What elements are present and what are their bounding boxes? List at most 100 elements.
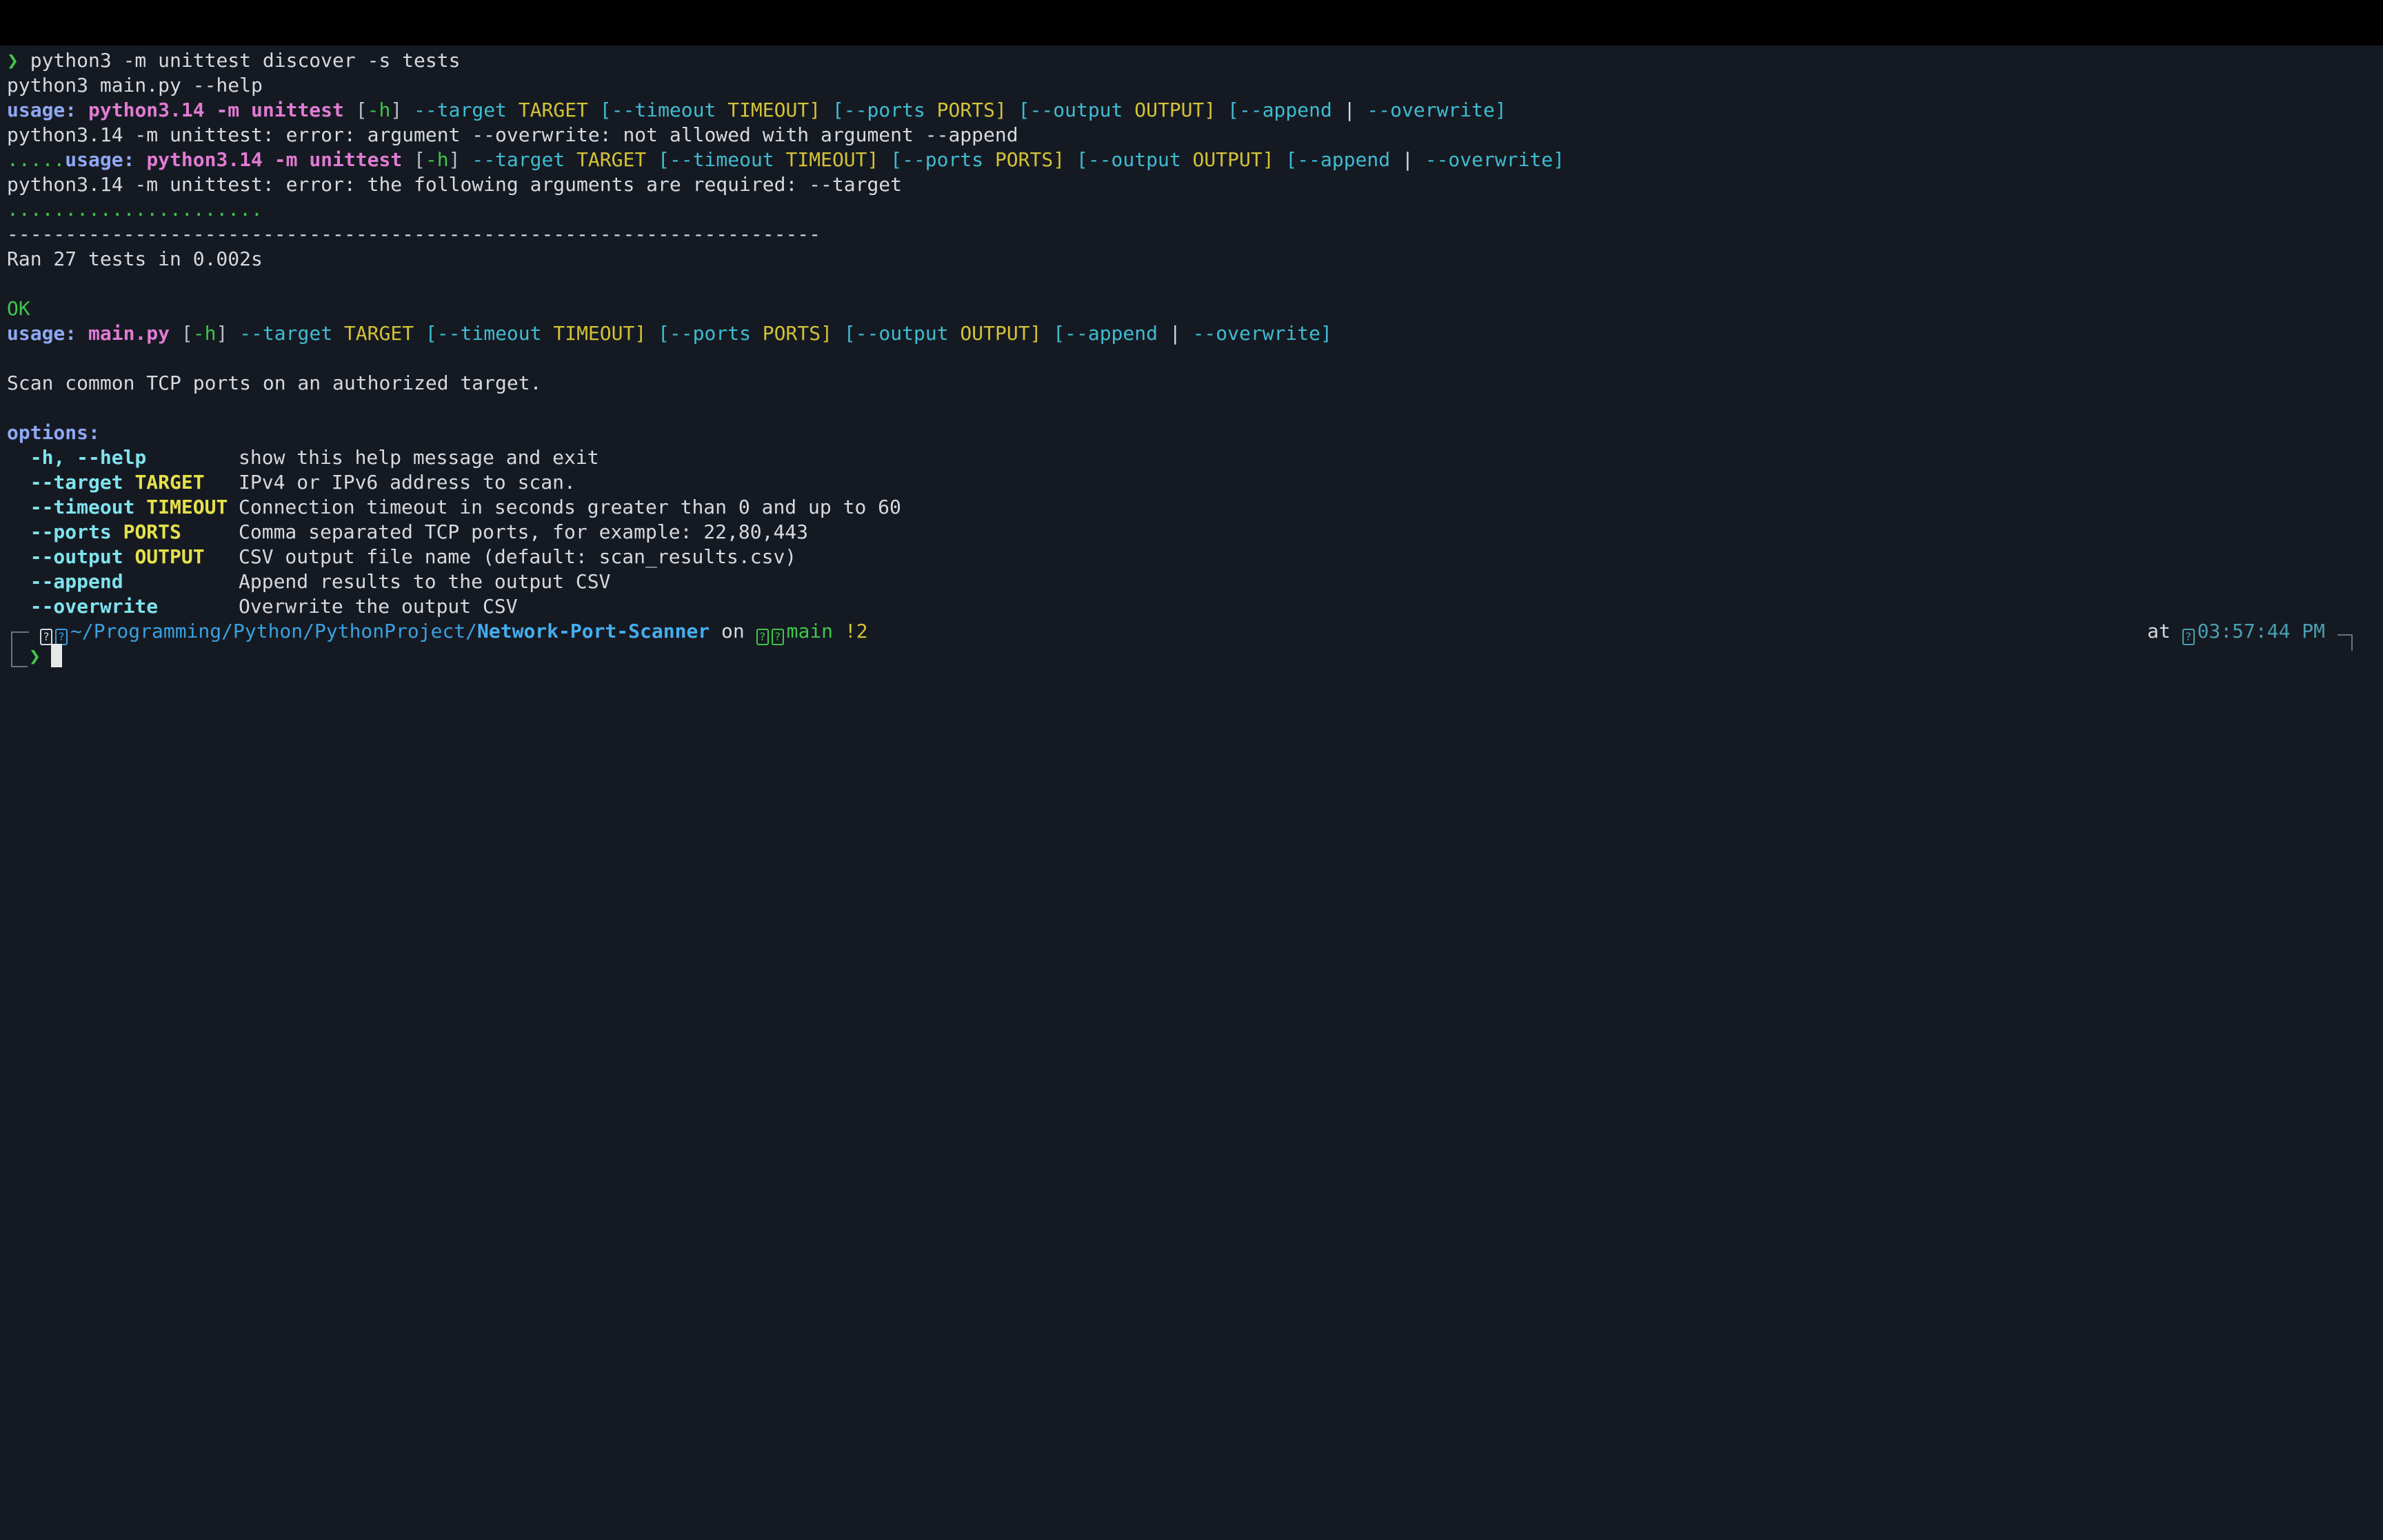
option-help-text: Overwrite the output CSV: [239, 595, 518, 618]
option-flag: --target: [30, 471, 123, 494]
option-row-help: -h, --help: [7, 445, 147, 470]
usage-line-unittest-2: .....usage: python3.14 -m unittest [-h] …: [7, 148, 1565, 171]
git-status: !2: [844, 620, 868, 642]
option-help-text: Append results to the output CSV: [239, 570, 611, 593]
option-flag: --output: [30, 545, 123, 568]
help-description: Scan common TCP ports on an authorized t…: [7, 372, 542, 394]
usage-line-unittest: usage: python3.14 -m unittest [-h] --tar…: [7, 99, 1507, 121]
opt-append: [--append: [1227, 99, 1332, 121]
option-help-text: CSV output file name (default: scan_resu…: [239, 545, 797, 568]
option-meta: OUTPUT: [134, 545, 205, 568]
git-icon: ?: [756, 629, 769, 645]
prompt-frame-left: [11, 631, 12, 667]
clock-icon: ?: [2182, 629, 2195, 645]
meta-ports: PORTS]: [936, 99, 1007, 121]
program-name: main.py: [88, 322, 170, 345]
opt-append: [--append: [1053, 322, 1158, 345]
shell-prompt: ?? ~/Programming/Python/PythonProject/Net…: [40, 619, 868, 645]
option-flag: -h, --help: [30, 446, 147, 469]
opt-target: --target: [472, 148, 565, 171]
opt-timeout: [--timeout: [658, 148, 774, 171]
opt-timeout: [--timeout: [599, 99, 716, 121]
text-cursor[interactable]: [51, 644, 62, 667]
prompt-frame-right: [2351, 634, 2353, 651]
meta-output: OUTPUT]: [960, 322, 1042, 345]
separator: ----------------------------------------…: [7, 223, 821, 245]
usage-label: usage:: [7, 322, 77, 345]
prompt-frame-bottom-left: [11, 666, 28, 667]
prompt-at: at: [2147, 620, 2171, 642]
opt-ports: [--ports: [658, 322, 751, 345]
prompt-on: on: [721, 620, 745, 642]
meta-ports: PORTS]: [994, 148, 1065, 171]
option-row-append: --append: [7, 569, 123, 594]
meta-timeout: TIMEOUT]: [727, 99, 821, 121]
option-help-text: IPv4 or IPv6 address to scan.: [239, 471, 576, 494]
opt-target: --target: [239, 322, 333, 345]
option-meta: TIMEOUT: [146, 496, 228, 518]
usage-label: usage:: [7, 99, 77, 121]
program-name: python3.14 -m unittest: [146, 148, 403, 171]
meta-target: TARGET: [576, 148, 647, 171]
meta-ports: PORTS]: [762, 322, 832, 345]
opt-output: [--output: [1076, 148, 1181, 171]
meta-target: TARGET: [518, 99, 588, 121]
window-titlebar: [0, 0, 2383, 45]
os-icon: ?: [40, 629, 52, 645]
prompt-frame-top-left: [11, 631, 29, 633]
option-row-overwrite: --overwrite: [7, 594, 158, 619]
opt-output: [--output: [1018, 99, 1123, 121]
option-meta: TARGET: [134, 471, 205, 494]
option-help-text: show this help message and exit: [239, 446, 599, 469]
ok-status: OK: [7, 297, 30, 320]
program-name: python3.14 -m unittest: [88, 99, 344, 121]
pipe: |: [1169, 322, 1181, 345]
test-dots-line: ......................: [7, 198, 263, 221]
command-line-unittest: ❯ python3 -m unittest discover -s tests: [7, 48, 460, 73]
option-flag: --timeout: [30, 496, 135, 518]
prompt-time: 03:57:44 PM: [2197, 620, 2326, 642]
opt-overwrite: --overwrite]: [1425, 148, 1565, 171]
opt-overwrite: --overwrite]: [1367, 99, 1507, 121]
opt-ports: [--ports: [832, 99, 925, 121]
prompt-frame-top-right: [2337, 634, 2353, 636]
option-flag: --append: [30, 570, 123, 593]
command-text: python3 -m unittest discover -s tests: [30, 49, 461, 72]
usage-label: usage:: [65, 148, 135, 171]
option-meta: PORTS: [123, 520, 181, 543]
meta-output: OUTPUT]: [1192, 148, 1274, 171]
option-help-text: Comma separated TCP ports, for example: …: [239, 520, 809, 543]
opt-output: [--output: [843, 322, 949, 345]
meta-output: OUTPUT]: [1134, 99, 1216, 121]
ran-summary: Ran 27 tests in 0.002s: [7, 247, 263, 270]
opt-ports: [--ports: [890, 148, 984, 171]
pipe: |: [1343, 99, 1356, 121]
options-header: options:: [7, 421, 100, 444]
option-row-output: --output OUTPUT: [7, 545, 205, 569]
prompt-dir: Network-Port-Scanner: [477, 620, 710, 642]
option-flag: --overwrite: [30, 595, 159, 618]
command-line-help: python3 main.py --help: [7, 74, 263, 97]
folder-icon: ?: [55, 629, 68, 645]
git-branch: main: [786, 620, 834, 642]
prompt-caret: ❯: [7, 49, 19, 72]
option-row-target: --target TARGET: [7, 470, 205, 495]
input-caret: ❯: [29, 645, 41, 667]
option-help-text: Connection timeout in seconds greater th…: [239, 496, 901, 518]
opt-overwrite: --overwrite]: [1192, 322, 1332, 345]
opt-timeout: [--timeout: [425, 322, 542, 345]
opt-target: --target: [414, 99, 507, 121]
branch-icon: ?: [771, 629, 784, 645]
meta-target: TARGET: [343, 322, 414, 345]
opt-append: [--append: [1285, 148, 1391, 171]
meta-timeout: TIMEOUT]: [785, 148, 879, 171]
error-line-mutually-exclusive: python3.14 -m unittest: error: argument …: [7, 123, 1018, 146]
meta-timeout: TIMEOUT]: [553, 322, 647, 345]
pipe: |: [1402, 148, 1414, 171]
test-dots: .....: [7, 148, 66, 171]
option-row-ports: --ports PORTS: [7, 520, 181, 545]
option-row-timeout: --timeout TIMEOUT: [7, 495, 228, 520]
prompt-right-status: at ? 03:57:44 PM: [2147, 619, 2325, 645]
terminal-output[interactable]: ❯ python3 -m unittest discover -s tests …: [0, 45, 2383, 1540]
option-flag: --ports: [30, 520, 112, 543]
